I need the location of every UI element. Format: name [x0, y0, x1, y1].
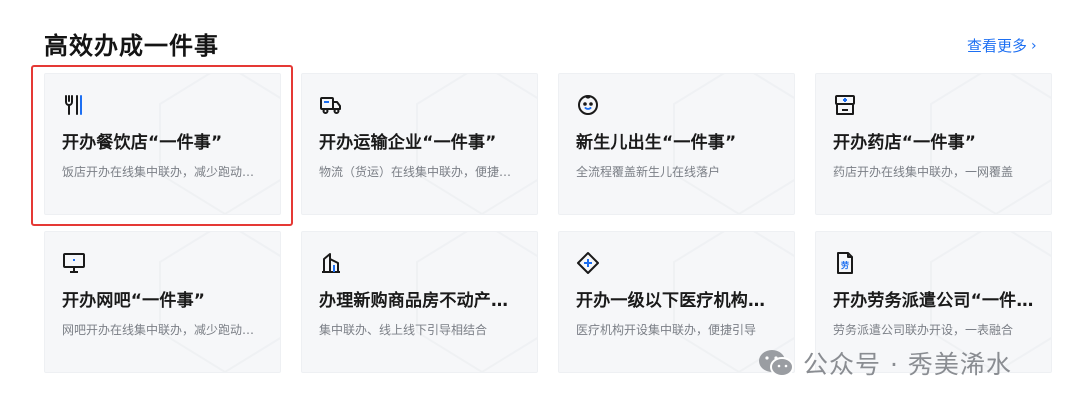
svg-text:劳: 劳 [841, 260, 849, 270]
service-card-grid: 开办餐饮店“一件事” 饭店开办在线集中联办，减少跑动次数 开办运输企业“一件事”… [44, 73, 1052, 373]
card-description: 药店开办在线集中联办，一网覆盖 [833, 165, 1014, 179]
utensils-icon [62, 92, 88, 118]
card-title: 开办一级以下医疗机构（… [576, 291, 778, 311]
card-title: 办理新购商品房不动产权… [319, 291, 521, 311]
card-description: 物流（货运）在线集中联办，便捷引导 [319, 165, 521, 179]
chevron-right-icon: › [1031, 37, 1037, 54]
card-title: 开办劳务派遣公司“一件… [833, 291, 1034, 311]
service-card-newborn[interactable]: 新生儿出生“一件事” 全流程覆盖新生儿在线落户 [558, 73, 795, 215]
monitor-icon [62, 250, 88, 276]
view-more-label: 查看更多 [967, 37, 1028, 55]
card-title: 开办药店“一件事” [833, 133, 977, 153]
card-description: 全流程覆盖新生儿在线落户 [576, 165, 721, 179]
baby-icon [576, 92, 602, 118]
view-more-link[interactable]: 查看更多 › [967, 35, 1037, 56]
section-title: 高效办成一件事 [44, 32, 219, 60]
card-title: 开办运输企业“一件事” [319, 133, 497, 153]
card-description: 网吧开办在线集中联办，减少跑动次数 [62, 323, 264, 337]
card-description: 劳务派遣公司联办开设，一表融合 [833, 323, 1014, 337]
labor-document-icon: 劳 [833, 250, 859, 276]
wechat-icon [759, 350, 794, 377]
pharmacy-icon [833, 92, 859, 118]
service-card-pharmacy[interactable]: 开办药店“一件事” 药店开办在线集中联办，一网覆盖 [815, 73, 1052, 215]
truck-icon [319, 92, 345, 118]
service-card-internet-cafe[interactable]: 开办网吧“一件事” 网吧开办在线集中联办，减少跑动次数 [44, 231, 281, 373]
building-icon [319, 250, 345, 276]
card-title: 开办网吧“一件事” [62, 291, 206, 311]
card-description: 集中联办、线上线下引导相结合 [319, 323, 488, 337]
service-card-restaurant[interactable]: 开办餐饮店“一件事” 饭店开办在线集中联办，减少跑动次数 [44, 73, 281, 215]
watermark-text: 公众号 · 秀美浠水 [803, 350, 1012, 379]
service-card-transport[interactable]: 开办运输企业“一件事” 物流（货运）在线集中联办，便捷引导 [301, 73, 538, 215]
card-description: 饭店开办在线集中联办，减少跑动次数 [62, 165, 264, 179]
medical-cross-icon [576, 250, 602, 276]
card-description: 医疗机构开设集中联办，便捷引导 [576, 323, 757, 337]
card-title: 新生儿出生“一件事” [576, 133, 737, 153]
card-title: 开办餐饮店“一件事” [62, 133, 223, 153]
service-card-property-title[interactable]: 办理新购商品房不动产权… 集中联办、线上线下引导相结合 [301, 231, 538, 373]
watermark: 公众号 · 秀美浠水 [757, 345, 1012, 381]
